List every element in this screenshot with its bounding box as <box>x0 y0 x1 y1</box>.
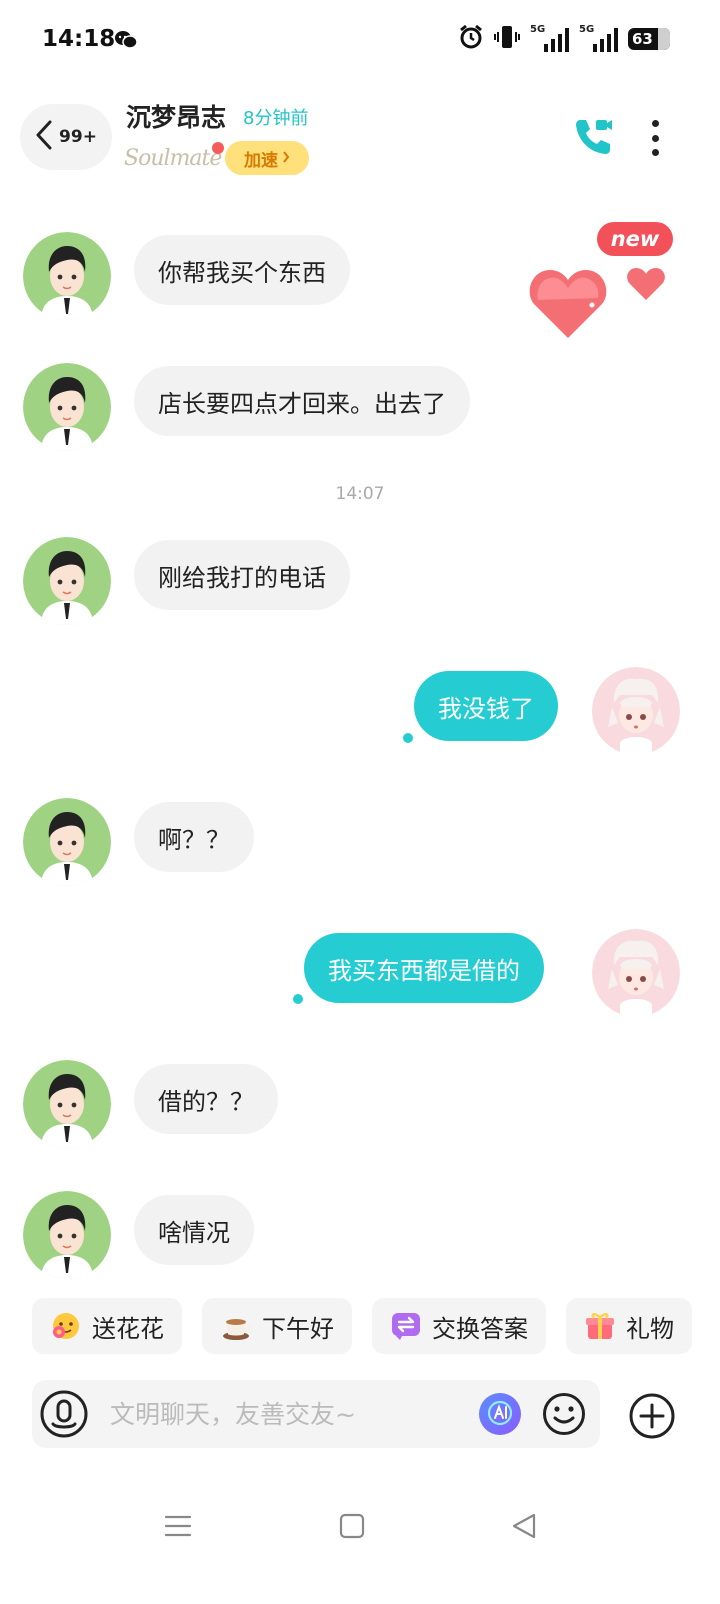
message-bubble-incoming[interactable]: 借的？？ <box>134 1064 278 1134</box>
heart-icon[interactable] <box>528 262 670 344</box>
add-attachment-icon[interactable] <box>628 1392 676 1444</box>
boost-button[interactable]: 加速 <box>225 141 309 175</box>
message-bubble-outgoing[interactable]: 我买东西都是借的 <box>304 933 544 1003</box>
home-icon[interactable] <box>339 1512 365 1544</box>
chevron-left-icon <box>35 120 53 154</box>
my-avatar[interactable] <box>592 667 680 755</box>
ai-assistant-icon[interactable] <box>478 1392 522 1440</box>
signal-icon-2: 5G <box>579 24 618 52</box>
boost-label: 加速 <box>244 150 278 171</box>
message-bubble-incoming[interactable]: 你帮我买个东西 <box>134 235 350 305</box>
swap-icon <box>390 1310 422 1342</box>
signal-icon: 5G <box>530 24 569 52</box>
quick-reply-label: 交换答案 <box>432 1314 528 1343</box>
message-timestamp: 14:07 <box>335 484 385 504</box>
video-call-icon[interactable] <box>572 114 616 162</box>
message-bubble-incoming[interactable]: 刚给我打的电话 <box>134 540 350 610</box>
message-input[interactable] <box>110 1380 470 1448</box>
contact-avatar[interactable] <box>23 363 111 451</box>
contact-avatar[interactable] <box>23 232 111 320</box>
quick-reply-label: 送花花 <box>92 1314 164 1343</box>
quick-reply-swap-answers[interactable]: 交换答案 <box>372 1298 546 1354</box>
coffee-icon <box>220 1310 252 1342</box>
back-triangle-icon[interactable] <box>510 1512 538 1544</box>
contact-avatar[interactable] <box>23 537 111 625</box>
message-composer <box>32 1380 600 1448</box>
message-bubble-outgoing[interactable]: 我没钱了 <box>414 671 558 741</box>
sent-status-dot <box>403 733 413 743</box>
vibrate-icon <box>494 24 520 54</box>
contact-avatar[interactable] <box>23 1191 111 1279</box>
message-bubble-incoming[interactable]: 啥情况 <box>134 1195 254 1265</box>
unread-count: 99+ <box>59 127 97 147</box>
emoji-icon[interactable] <box>542 1392 586 1440</box>
message-bubble-incoming[interactable]: 店长要四点才回来。出去了 <box>134 366 470 436</box>
sent-status-dot <box>293 994 303 1004</box>
flower-emoji-icon <box>50 1310 82 1342</box>
quick-reply-label: 下午好 <box>262 1314 334 1343</box>
voice-input-icon[interactable] <box>40 1390 88 1442</box>
battery-icon: 63 <box>628 28 670 50</box>
quick-reply-label: 礼物 <box>626 1314 674 1343</box>
contact-name[interactable]: 沉梦昂志 <box>126 98 226 134</box>
chevron-right-icon <box>282 148 290 168</box>
more-options-icon[interactable] <box>645 120 665 156</box>
notification-dot <box>212 142 224 154</box>
contact-avatar[interactable] <box>23 1060 111 1148</box>
status-time: 14:18 <box>42 26 116 52</box>
alarm-icon <box>458 24 484 54</box>
battery-level: 63 <box>632 30 653 48</box>
contact-avatar[interactable] <box>23 798 111 886</box>
back-button[interactable]: 99+ <box>20 104 112 170</box>
status-bar: 14:18 5G 5G 63 <box>0 0 720 80</box>
chat-header: 99+ 沉梦昂志 8分钟前 Soulmate 加速 <box>0 90 720 190</box>
message-bubble-incoming[interactable]: 啊？？ <box>134 802 254 872</box>
quick-reply-bar: 送花花 下午好 交换答案 礼物 <box>32 1298 692 1354</box>
system-navigation-bar <box>0 1490 720 1570</box>
menu-icon[interactable] <box>164 1512 192 1544</box>
status-icons: 5G 5G 63 <box>458 24 670 54</box>
soulmate-badge[interactable]: Soulmate <box>124 146 222 171</box>
quick-reply-send-flowers[interactable]: 送花花 <box>32 1298 182 1354</box>
gift-icon <box>584 1310 616 1342</box>
wechat-icon <box>114 30 138 54</box>
last-seen: 8分钟前 <box>243 108 309 129</box>
my-avatar[interactable] <box>592 929 680 1017</box>
new-badge[interactable]: new <box>597 222 673 256</box>
quick-reply-gift[interactable]: 礼物 <box>566 1298 692 1354</box>
quick-reply-good-afternoon[interactable]: 下午好 <box>202 1298 352 1354</box>
